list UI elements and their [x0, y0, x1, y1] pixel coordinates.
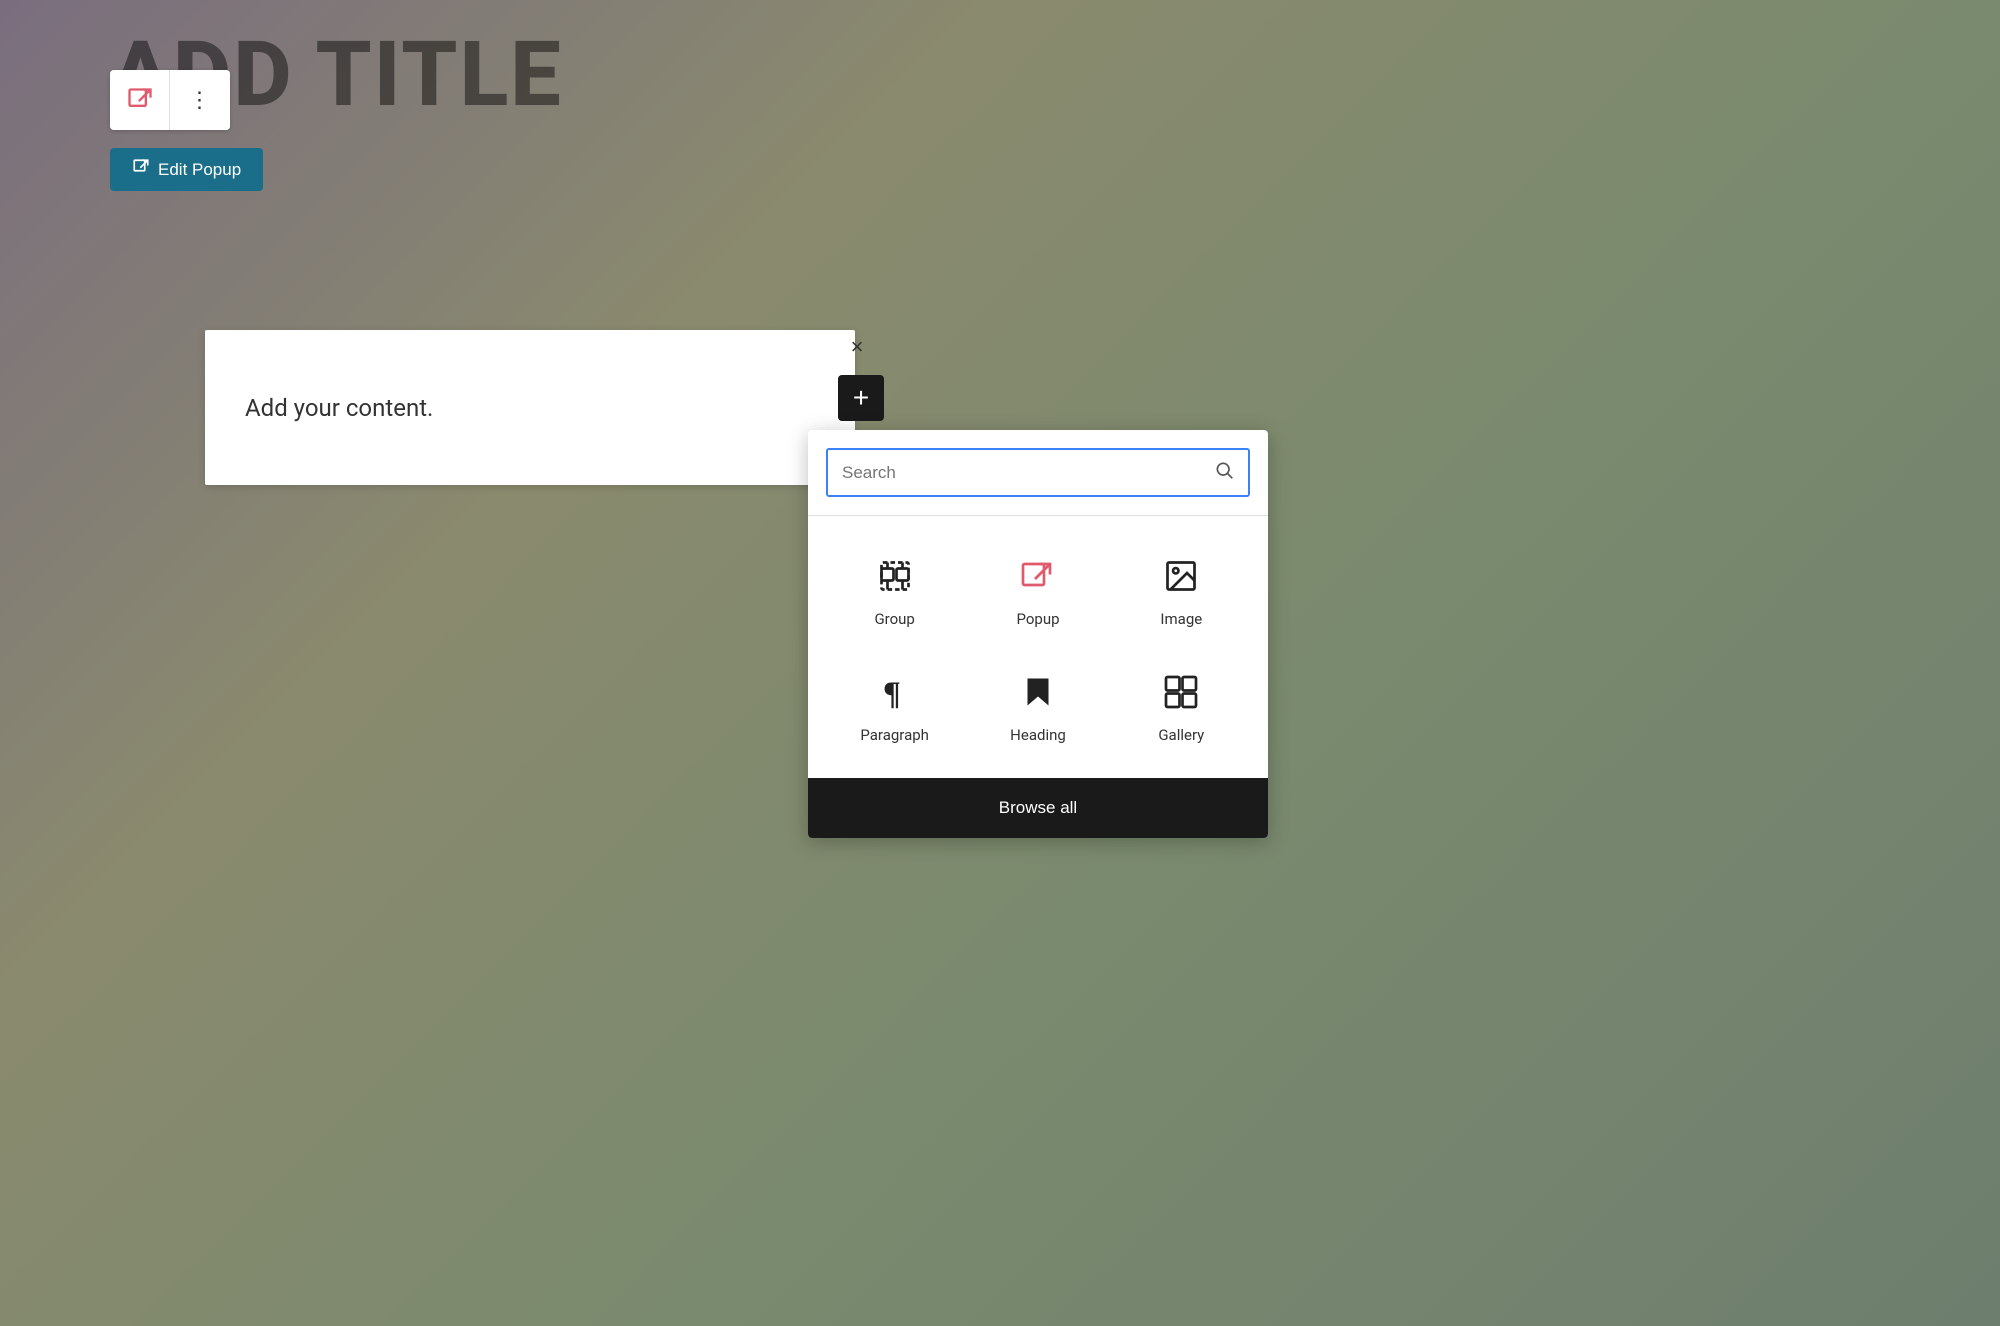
- block-grid: Group Popup Image: [808, 516, 1268, 768]
- popup-label: Popup: [1016, 610, 1059, 628]
- popup-icon-button[interactable]: [110, 70, 170, 130]
- block-item-popup[interactable]: Popup: [971, 536, 1104, 642]
- edit-popup-icon: [132, 158, 150, 181]
- block-inserter-panel: Group Popup Image: [808, 430, 1268, 838]
- svg-text:¶: ¶: [883, 676, 901, 710]
- add-block-button[interactable]: +: [838, 375, 884, 421]
- close-button[interactable]: ×: [838, 328, 876, 366]
- block-item-heading[interactable]: Heading: [971, 652, 1104, 758]
- popup-block-icon: [1016, 554, 1060, 598]
- close-icon: ×: [851, 334, 864, 360]
- group-label: Group: [874, 610, 914, 628]
- more-options-button[interactable]: ⋮: [170, 70, 230, 130]
- toolbar-group: ⋮: [110, 70, 230, 130]
- add-icon: +: [853, 382, 869, 414]
- search-input[interactable]: [842, 463, 1204, 483]
- inserter-search-area: [808, 430, 1268, 516]
- edit-popup-label: Edit Popup: [158, 160, 241, 180]
- heading-icon: [1016, 670, 1060, 714]
- heading-label: Heading: [1010, 726, 1066, 744]
- image-icon: [1159, 554, 1203, 598]
- browse-all-button[interactable]: Browse all: [808, 778, 1268, 838]
- block-item-image[interactable]: Image: [1115, 536, 1248, 642]
- content-placeholder: Add your content.: [245, 394, 433, 422]
- content-block: Add your content.: [205, 330, 855, 485]
- group-icon: [873, 554, 917, 598]
- block-item-paragraph[interactable]: ¶ Paragraph: [828, 652, 961, 758]
- gallery-label: Gallery: [1158, 726, 1204, 744]
- gallery-icon: [1159, 670, 1203, 714]
- block-item-gallery[interactable]: Gallery: [1115, 652, 1248, 758]
- edit-popup-button[interactable]: Edit Popup: [110, 148, 263, 191]
- image-label: Image: [1160, 610, 1202, 628]
- search-icon: [1214, 460, 1234, 485]
- paragraph-icon: ¶: [873, 670, 917, 714]
- block-item-group[interactable]: Group: [828, 536, 961, 642]
- paragraph-label: Paragraph: [860, 726, 929, 744]
- search-input-wrapper: [826, 448, 1250, 497]
